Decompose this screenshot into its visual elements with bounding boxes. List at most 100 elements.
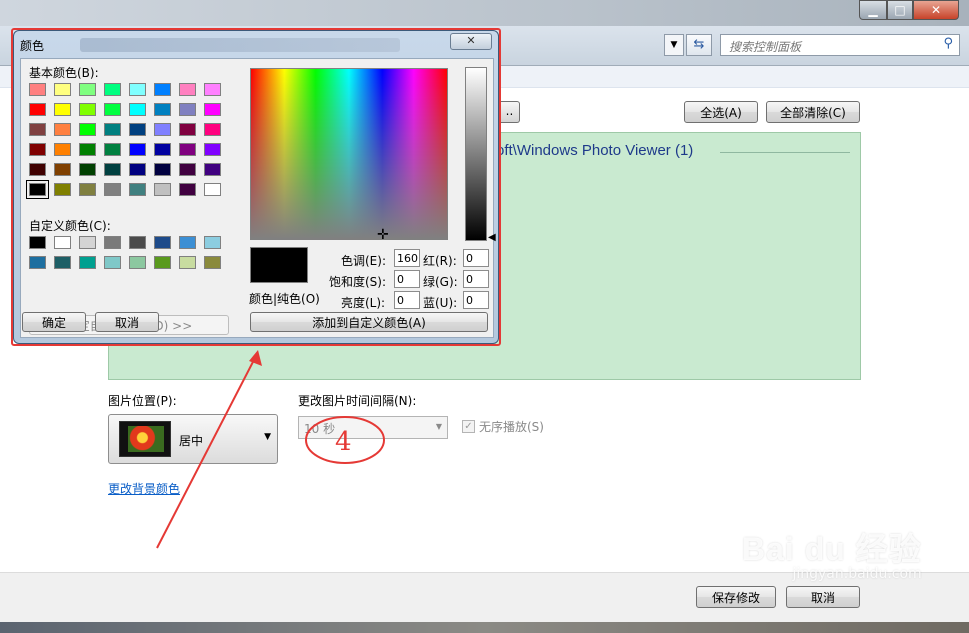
color-swatch[interactable]	[179, 83, 196, 96]
folder-divider	[720, 152, 850, 153]
color-swatch[interactable]	[204, 83, 221, 96]
change-background-color-link[interactable]: 更改背景颜色	[108, 480, 180, 497]
color-swatch[interactable]	[79, 83, 96, 96]
color-swatch[interactable]	[54, 103, 71, 116]
color-swatch[interactable]	[104, 123, 121, 136]
slider-arrow-icon[interactable]: ◀	[488, 232, 496, 243]
luminance-input[interactable]: 0	[394, 291, 420, 309]
color-swatch[interactable]	[104, 183, 121, 196]
color-swatch[interactable]	[129, 256, 146, 269]
minimize-button[interactable]: ▁	[859, 0, 887, 20]
color-spectrum[interactable]	[250, 68, 448, 240]
browse-button[interactable]: ..	[500, 101, 520, 123]
color-swatch[interactable]	[204, 236, 221, 249]
color-swatch[interactable]	[154, 163, 171, 176]
watermark-brand: Bai du 经验	[742, 531, 922, 567]
color-swatch[interactable]	[204, 143, 221, 156]
color-swatch[interactable]	[29, 123, 46, 136]
color-swatch[interactable]	[29, 143, 46, 156]
color-swatch[interactable]	[154, 103, 171, 116]
ok-button[interactable]: 确定	[22, 312, 86, 332]
color-swatch[interactable]	[204, 163, 221, 176]
watermark: Bai du 经验 jingyan.baidu.com	[742, 524, 922, 582]
color-swatch[interactable]	[29, 83, 46, 96]
color-swatch[interactable]	[129, 103, 146, 116]
dialog-cancel-button[interactable]: 取消	[95, 312, 159, 332]
refresh-icon[interactable]: ⇆	[686, 34, 712, 56]
color-swatch[interactable]	[204, 183, 221, 196]
color-swatch[interactable]	[179, 123, 196, 136]
search-input[interactable]: 搜索控制面板 ⚲	[720, 34, 960, 56]
color-swatch[interactable]	[79, 123, 96, 136]
color-swatch[interactable]	[129, 236, 146, 249]
color-swatch[interactable]	[154, 183, 171, 196]
color-swatch[interactable]	[104, 163, 121, 176]
clear-all-button[interactable]: 全部清除(C)	[766, 101, 860, 123]
color-swatch[interactable]	[129, 143, 146, 156]
select-all-button[interactable]: 全选(A)	[684, 101, 758, 123]
color-swatch[interactable]	[104, 103, 121, 116]
color-swatch[interactable]	[79, 256, 96, 269]
color-swatch[interactable]	[179, 236, 196, 249]
color-swatch[interactable]	[54, 236, 71, 249]
color-swatch[interactable]	[54, 256, 71, 269]
blue-input[interactable]: 0	[463, 291, 489, 309]
color-swatch[interactable]	[26, 180, 49, 199]
close-icon[interactable]: ✕	[450, 33, 492, 50]
green-input[interactable]: 0	[463, 270, 489, 288]
color-swatch[interactable]	[104, 236, 121, 249]
color-swatch[interactable]	[54, 163, 71, 176]
color-swatch[interactable]	[154, 143, 171, 156]
shuffle-checkbox[interactable]: ✓ 无序播放(S)	[462, 418, 544, 435]
color-swatch[interactable]	[204, 123, 221, 136]
color-swatch[interactable]	[154, 256, 171, 269]
close-window-button[interactable]: ✕	[913, 0, 959, 20]
color-swatch[interactable]	[54, 123, 71, 136]
color-swatch[interactable]	[29, 256, 46, 269]
color-swatch[interactable]	[179, 256, 196, 269]
color-swatch[interactable]	[129, 123, 146, 136]
interval-select[interactable]: 10 秒 ▼	[298, 416, 448, 439]
picture-position-select[interactable]: 居中 ▼	[108, 414, 278, 464]
save-changes-button[interactable]: 保存修改	[696, 586, 776, 608]
color-swatch[interactable]	[79, 183, 96, 196]
address-dropdown-icon[interactable]: ▼	[664, 34, 684, 56]
color-swatch[interactable]	[129, 83, 146, 96]
window-title-bar: ▁ □ ✕	[0, 0, 969, 26]
color-swatch[interactable]	[104, 256, 121, 269]
color-swatch[interactable]	[129, 163, 146, 176]
blurred-breadcrumb	[80, 38, 400, 52]
color-swatch[interactable]	[54, 83, 71, 96]
luminance-slider[interactable]	[465, 67, 487, 241]
color-swatch[interactable]	[79, 103, 96, 116]
color-swatch[interactable]	[54, 143, 71, 156]
color-swatch[interactable]	[104, 83, 121, 96]
green-label: 绿(G):	[423, 275, 458, 289]
color-swatch[interactable]	[154, 123, 171, 136]
search-icon[interactable]: ⚲	[943, 36, 953, 51]
add-to-custom-colors-button[interactable]: 添加到自定义颜色(A)	[250, 312, 488, 332]
position-preview-image	[119, 421, 171, 457]
color-swatch[interactable]	[29, 236, 46, 249]
color-swatch[interactable]	[154, 236, 171, 249]
color-swatch[interactable]	[79, 143, 96, 156]
color-swatch[interactable]	[79, 163, 96, 176]
cancel-button[interactable]: 取消	[786, 586, 860, 608]
color-swatch[interactable]	[129, 183, 146, 196]
color-swatch[interactable]	[154, 83, 171, 96]
color-swatch[interactable]	[179, 103, 196, 116]
color-swatch[interactable]	[179, 143, 196, 156]
maximize-button[interactable]: □	[887, 0, 913, 20]
hue-input[interactable]: 160	[394, 249, 420, 267]
saturation-input[interactable]: 0	[394, 270, 420, 288]
color-swatch[interactable]	[29, 103, 46, 116]
color-swatch[interactable]	[179, 183, 196, 196]
color-swatch[interactable]	[204, 103, 221, 116]
color-swatch[interactable]	[79, 236, 96, 249]
color-swatch[interactable]	[204, 256, 221, 269]
color-swatch[interactable]	[54, 183, 71, 196]
color-swatch[interactable]	[104, 143, 121, 156]
red-input[interactable]: 0	[463, 249, 489, 267]
color-swatch[interactable]	[29, 163, 46, 176]
color-swatch[interactable]	[179, 163, 196, 176]
